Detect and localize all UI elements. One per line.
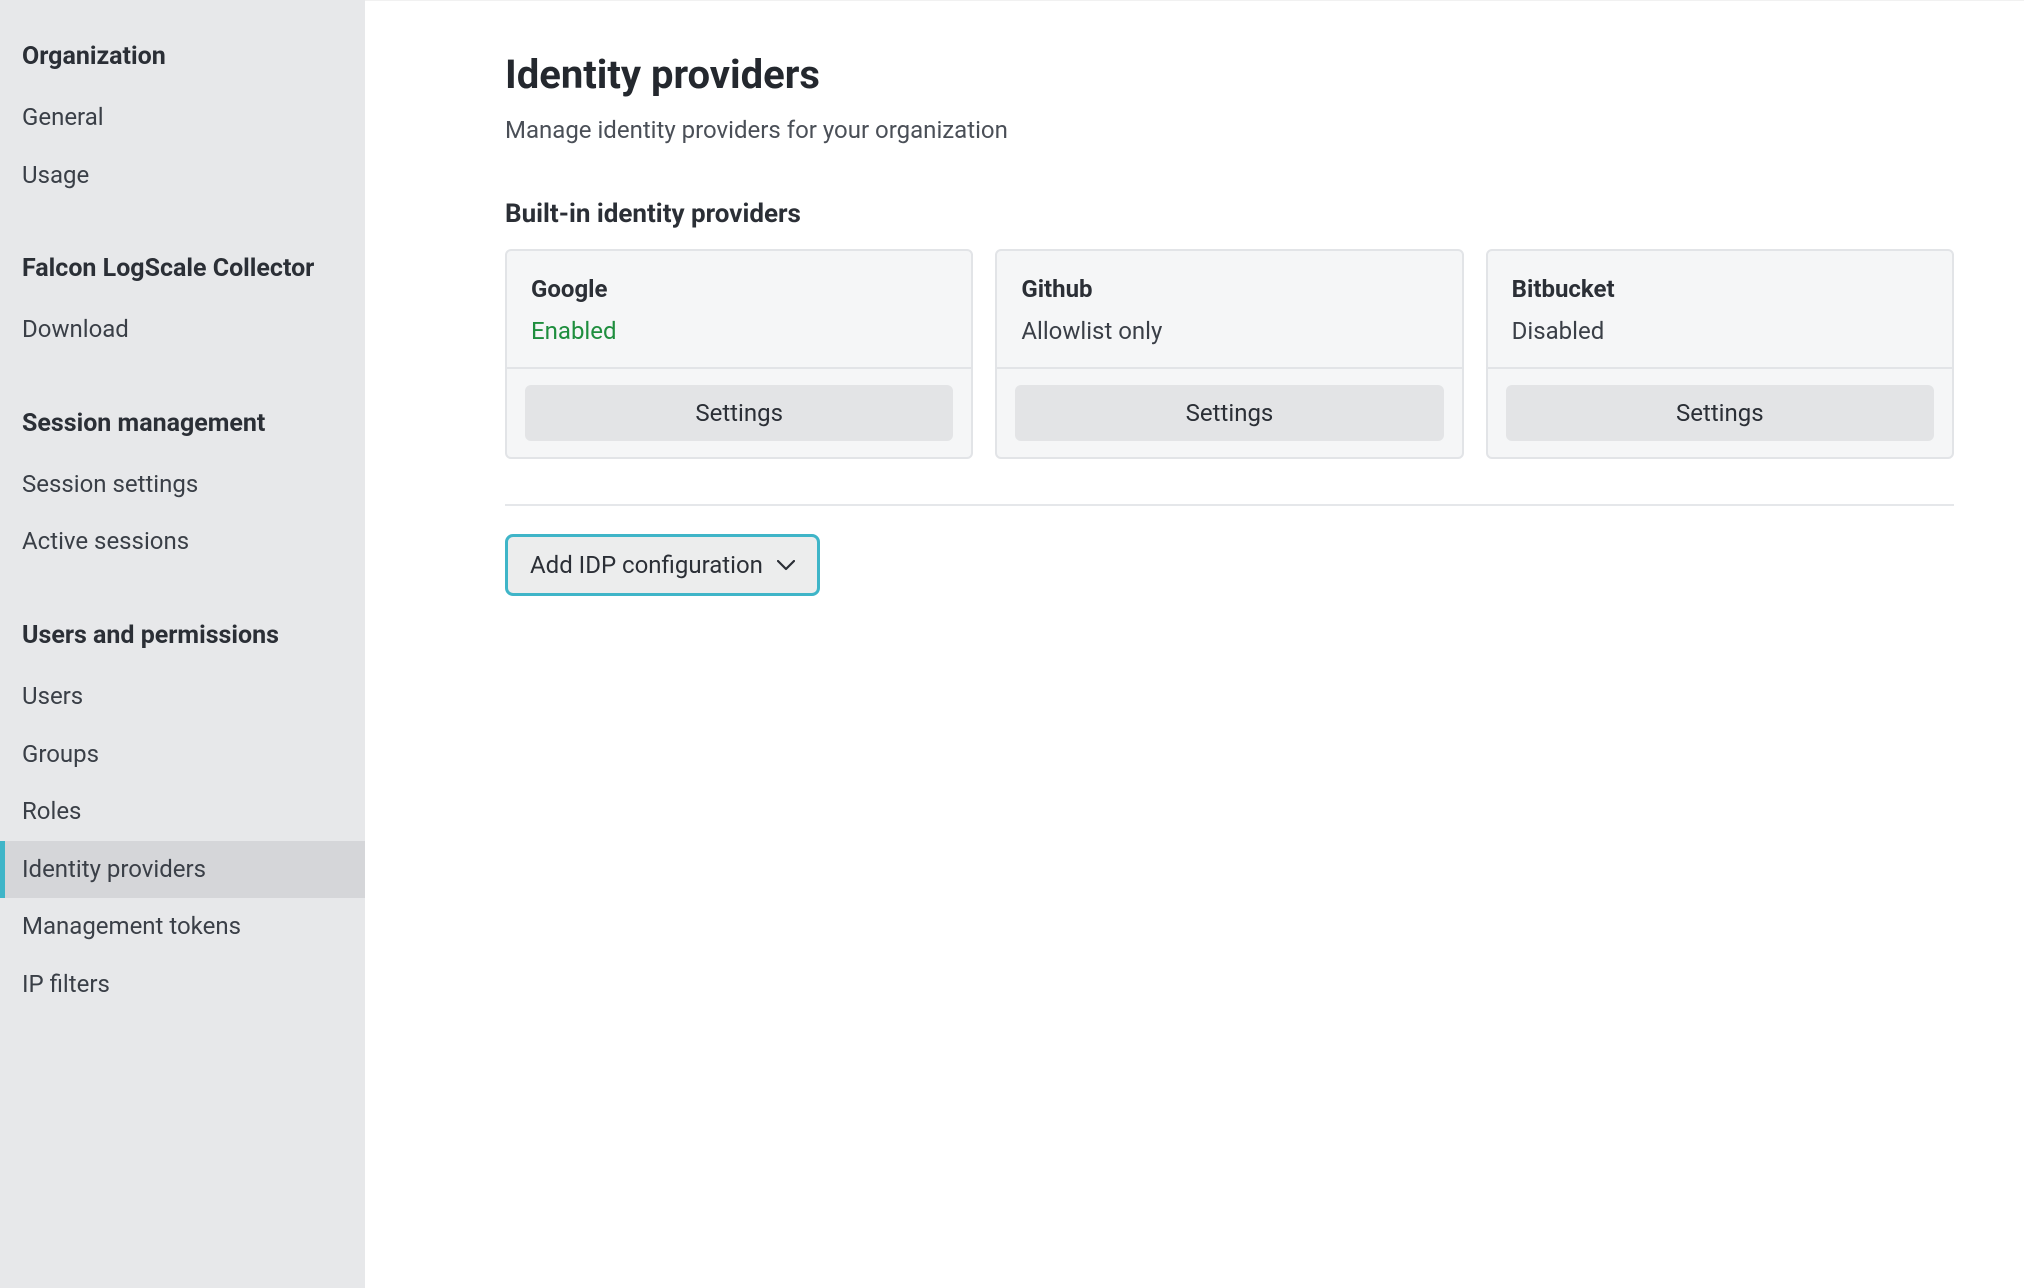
provider-name: Github — [1021, 275, 1437, 303]
provider-card-bitbucket: Bitbucket Disabled Settings — [1486, 249, 1954, 459]
sidebar-item-session-settings[interactable]: Session settings — [0, 456, 365, 514]
sidebar-section-organization: Organization General Usage — [0, 42, 365, 204]
provider-cards-row: Google Enabled Settings Github Allowlist… — [505, 249, 1954, 459]
provider-name: Bitbucket — [1512, 275, 1928, 303]
provider-card-google: Google Enabled Settings — [505, 249, 973, 459]
sidebar-section-collector: Falcon LogScale Collector Download — [0, 254, 365, 359]
add-idp-configuration-button[interactable]: Add IDP configuration — [505, 534, 820, 596]
sidebar-item-active-sessions[interactable]: Active sessions — [0, 513, 365, 571]
sidebar-item-groups[interactable]: Groups — [0, 726, 365, 784]
card-footer: Settings — [507, 367, 971, 457]
sidebar-heading-users-permissions: Users and permissions — [0, 621, 365, 668]
provider-name: Google — [531, 275, 947, 303]
sidebar-item-general[interactable]: General — [0, 89, 365, 147]
card-footer: Settings — [1488, 367, 1952, 457]
sidebar-item-download[interactable]: Download — [0, 301, 365, 359]
card-footer: Settings — [997, 367, 1461, 457]
builtin-providers-heading: Built-in identity providers — [505, 199, 1954, 229]
settings-button-bitbucket[interactable]: Settings — [1506, 385, 1934, 441]
sidebar-heading-session: Session management — [0, 409, 365, 456]
add-idp-label: Add IDP configuration — [530, 551, 763, 579]
card-body: Bitbucket Disabled — [1488, 251, 1952, 367]
main-content: Identity providers Manage identity provi… — [365, 0, 2024, 1288]
sidebar-item-roles[interactable]: Roles — [0, 783, 365, 841]
sidebar-item-management-tokens[interactable]: Management tokens — [0, 898, 365, 956]
page-subtitle: Manage identity providers for your organ… — [505, 116, 1954, 144]
sidebar-item-usage[interactable]: Usage — [0, 147, 365, 205]
sidebar-section-session: Session management Session settings Acti… — [0, 409, 365, 571]
card-body: Github Allowlist only — [997, 251, 1461, 367]
sidebar-item-identity-providers[interactable]: Identity providers — [0, 841, 365, 899]
sidebar: Organization General Usage Falcon LogSca… — [0, 0, 365, 1288]
provider-status: Allowlist only — [1021, 317, 1437, 345]
chevron-down-icon — [777, 560, 795, 571]
settings-button-google[interactable]: Settings — [525, 385, 953, 441]
card-body: Google Enabled — [507, 251, 971, 367]
sidebar-heading-organization: Organization — [0, 42, 365, 89]
provider-card-github: Github Allowlist only Settings — [995, 249, 1463, 459]
provider-status: Disabled — [1512, 317, 1928, 345]
sidebar-item-ip-filters[interactable]: IP filters — [0, 956, 365, 1014]
divider — [505, 504, 1954, 506]
sidebar-heading-collector: Falcon LogScale Collector — [0, 254, 365, 301]
provider-status: Enabled — [531, 317, 947, 345]
settings-button-github[interactable]: Settings — [1015, 385, 1443, 441]
sidebar-item-users[interactable]: Users — [0, 668, 365, 726]
page-title: Identity providers — [505, 51, 1954, 98]
sidebar-section-users-permissions: Users and permissions Users Groups Roles… — [0, 621, 365, 1014]
